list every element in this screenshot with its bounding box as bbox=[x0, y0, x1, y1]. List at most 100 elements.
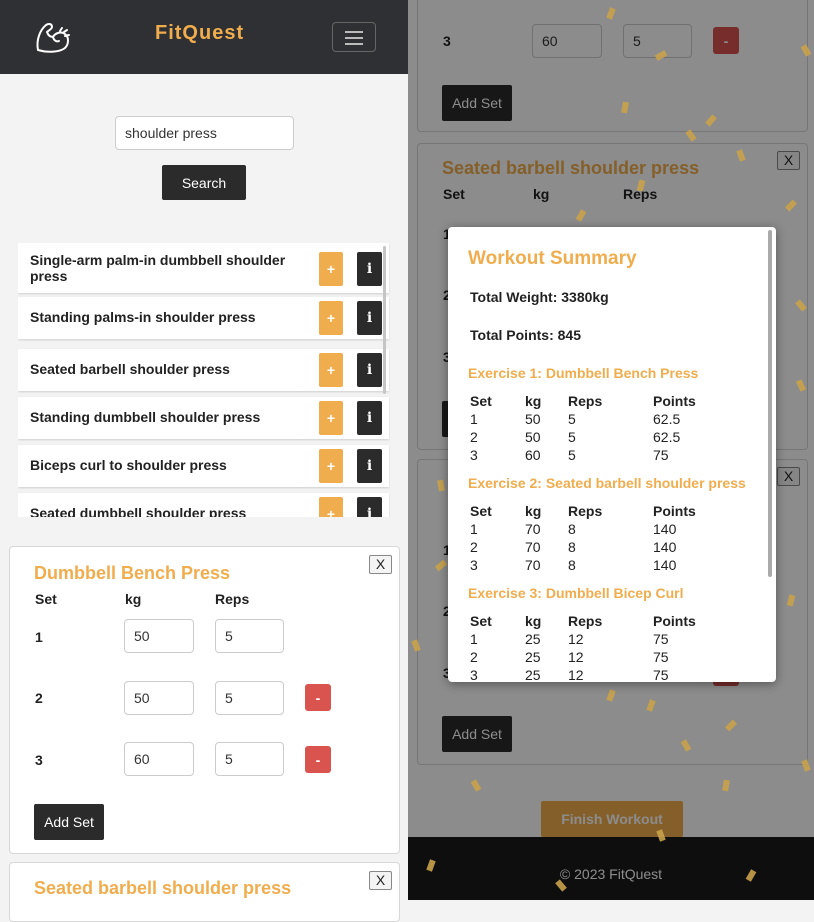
set-number: 2 bbox=[35, 690, 43, 706]
add-exercise-button[interactable]: + bbox=[319, 353, 343, 387]
cell-reps: 12 bbox=[568, 649, 584, 665]
info-icon[interactable]: i bbox=[357, 449, 382, 483]
result-item[interactable]: Single-arm palm-in dumbbell shoulder pre… bbox=[18, 243, 389, 293]
col-set: Set bbox=[470, 503, 492, 519]
set-number: 3 bbox=[35, 752, 43, 768]
modal-scrollbar[interactable] bbox=[768, 230, 772, 577]
result-item[interactable]: Standing palms-in shoulder press + i bbox=[18, 297, 389, 339]
kg-header: kg bbox=[125, 591, 142, 607]
info-icon[interactable]: i bbox=[357, 401, 382, 435]
result-name: Standing dumbbell shoulder press bbox=[30, 409, 261, 425]
cell-points: 75 bbox=[653, 649, 669, 665]
hamburger-menu-icon[interactable] bbox=[332, 22, 376, 52]
result-item[interactable]: Seated dumbbell shoulder press + i bbox=[18, 493, 389, 517]
cell-points: 62.5 bbox=[653, 429, 681, 445]
cell-kg: 70 bbox=[525, 521, 541, 537]
cell-kg: 25 bbox=[525, 631, 541, 647]
close-exercise-button[interactable]: X bbox=[369, 871, 392, 890]
reps-input[interactable] bbox=[215, 619, 284, 653]
search-input[interactable] bbox=[115, 116, 294, 150]
info-icon[interactable]: i bbox=[357, 353, 382, 387]
cell-reps: 12 bbox=[568, 667, 584, 682]
summary-exercise-title: Exercise 3: Dumbbell Bicep Curl bbox=[468, 585, 684, 601]
cell-kg: 70 bbox=[525, 539, 541, 555]
close-exercise-button[interactable]: X bbox=[369, 555, 392, 574]
navbar: FitQuest bbox=[0, 0, 408, 74]
kg-input[interactable] bbox=[124, 619, 194, 653]
exercise-title: Seated barbell shoulder press bbox=[34, 878, 292, 898]
search-results-list[interactable]: Single-arm palm-in dumbbell shoulder pre… bbox=[18, 243, 390, 517]
reps-input[interactable] bbox=[215, 742, 284, 776]
cell-set: 1 bbox=[470, 631, 478, 647]
remove-set-button[interactable]: - bbox=[305, 746, 331, 773]
cell-set: 2 bbox=[470, 649, 478, 665]
cell-points: 75 bbox=[653, 631, 669, 647]
kg-input[interactable] bbox=[124, 742, 194, 776]
result-name: Biceps curl to shoulder press bbox=[30, 457, 227, 473]
flexed-bicep-icon[interactable] bbox=[34, 20, 72, 56]
result-name: Seated dumbbell shoulder press bbox=[30, 505, 247, 517]
add-exercise-button[interactable]: + bbox=[319, 401, 343, 435]
summary-title: Workout Summary bbox=[468, 248, 637, 269]
set-header: Set bbox=[35, 591, 57, 607]
col-reps: Reps bbox=[568, 613, 603, 629]
cell-set: 2 bbox=[470, 539, 478, 555]
cell-reps: 12 bbox=[568, 631, 584, 647]
set-number: 1 bbox=[35, 629, 43, 645]
cell-points: 140 bbox=[653, 539, 677, 555]
cell-set: 3 bbox=[470, 447, 478, 463]
cell-kg: 70 bbox=[525, 557, 541, 573]
total-weight: Total Weight: 3380kg bbox=[470, 289, 609, 305]
info-icon[interactable]: i bbox=[357, 497, 382, 517]
result-name: Seated barbell shoulder press bbox=[30, 361, 230, 377]
cell-set: 3 bbox=[470, 557, 478, 573]
cell-kg: 60 bbox=[525, 447, 541, 463]
reps-input[interactable] bbox=[215, 681, 284, 715]
exercise-card: Dumbbell Bench Press X Set kg Reps 1 2 -… bbox=[9, 546, 400, 854]
summary-exercise-title: Exercise 1: Dumbbell Bench Press bbox=[468, 365, 699, 381]
exercise-card: Seated barbell shoulder press X bbox=[9, 862, 400, 922]
result-name: Single-arm palm-in dumbbell shoulder pre… bbox=[30, 252, 286, 284]
result-name: Standing palms-in shoulder press bbox=[30, 309, 256, 325]
col-points: Points bbox=[653, 393, 696, 409]
col-set: Set bbox=[470, 613, 492, 629]
cell-points: 140 bbox=[653, 521, 677, 537]
cell-reps: 5 bbox=[568, 411, 576, 427]
cell-reps: 8 bbox=[568, 521, 576, 537]
info-icon[interactable]: i bbox=[357, 301, 382, 335]
col-kg: kg bbox=[525, 503, 542, 519]
col-reps: Reps bbox=[568, 393, 603, 409]
cell-set: 2 bbox=[470, 429, 478, 445]
col-kg: kg bbox=[525, 613, 542, 629]
search-button[interactable]: Search bbox=[162, 165, 246, 200]
col-kg: kg bbox=[525, 393, 542, 409]
results-scrollbar[interactable] bbox=[383, 246, 386, 394]
cell-reps: 8 bbox=[568, 557, 576, 573]
brand-title[interactable]: FitQuest bbox=[155, 22, 244, 45]
cell-set: 1 bbox=[470, 521, 478, 537]
add-exercise-button[interactable]: + bbox=[319, 252, 343, 286]
result-item[interactable]: Standing dumbbell shoulder press + i bbox=[18, 397, 389, 439]
reps-header: Reps bbox=[215, 591, 250, 607]
info-icon[interactable]: i bbox=[357, 252, 382, 286]
result-item[interactable]: Seated barbell shoulder press + i bbox=[18, 349, 389, 391]
remove-set-button[interactable]: - bbox=[305, 684, 331, 711]
exercise-title: Dumbbell Bench Press bbox=[34, 563, 231, 583]
cell-reps: 8 bbox=[568, 539, 576, 555]
col-points: Points bbox=[653, 503, 696, 519]
add-exercise-button[interactable]: + bbox=[319, 449, 343, 483]
kg-input[interactable] bbox=[124, 681, 194, 715]
add-set-button[interactable]: Add Set bbox=[34, 804, 104, 840]
col-set: Set bbox=[470, 393, 492, 409]
cell-kg: 50 bbox=[525, 429, 541, 445]
cell-points: 75 bbox=[653, 447, 669, 463]
result-item[interactable]: Biceps curl to shoulder press + i bbox=[18, 445, 389, 487]
cell-kg: 25 bbox=[525, 667, 541, 682]
add-exercise-button[interactable]: + bbox=[319, 497, 343, 517]
cell-points: 140 bbox=[653, 557, 677, 573]
total-points: Total Points: 845 bbox=[470, 327, 581, 343]
add-exercise-button[interactable]: + bbox=[319, 301, 343, 335]
left-panel: FitQuest Search Single-arm palm-in dumbb… bbox=[0, 0, 408, 922]
cell-reps: 5 bbox=[568, 429, 576, 445]
cell-set: 1 bbox=[470, 411, 478, 427]
